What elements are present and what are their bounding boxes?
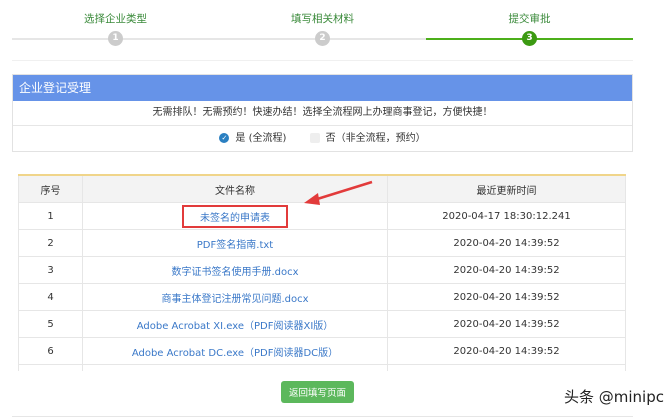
- file-link[interactable]: 未签名的申请表: [200, 213, 270, 224]
- table-row: 6 Adobe Acrobat DC.exe（PDF阅读器DC版） 2020-04-…: [18, 337, 626, 365]
- row-number: 5: [18, 310, 83, 338]
- step-number: 1: [108, 31, 123, 46]
- row-number: 2: [18, 229, 83, 257]
- table-row-partial: [18, 364, 626, 371]
- table-row: 4 商事主体登记注册常见问题.docx 2020-04-20 14:39:52: [18, 283, 626, 311]
- highlight-box: 未签名的申请表: [182, 204, 288, 228]
- file-link[interactable]: 商事主体登记注册常见问题.docx: [161, 294, 308, 305]
- radio-unchecked-icon[interactable]: [309, 133, 320, 143]
- step-label: 选择企业类型: [84, 13, 147, 25]
- divider: [12, 416, 633, 417]
- row-number: 3: [18, 256, 83, 284]
- divider: [12, 60, 633, 61]
- row-time: 2020-04-20 14:39:52: [387, 310, 626, 338]
- table-row: 2 PDF签名指南.txt 2020-04-20 14:39:52: [18, 229, 626, 257]
- panel-title: 企业登记受理: [13, 75, 632, 101]
- process-options: ✓ 是 (全流程) 否（非全流程，预约）: [13, 126, 632, 151]
- file-link[interactable]: Adobe Acrobat XI.exe（PDF阅读器XI版）: [137, 321, 334, 332]
- file-link[interactable]: 数字证书签名使用手册.docx: [171, 267, 298, 278]
- step-number: 2: [315, 31, 330, 46]
- row-time: 2020-04-20 14:39:52: [387, 256, 626, 284]
- watermark: 头条 @minipc: [564, 388, 664, 406]
- file-link[interactable]: Adobe Acrobat DC.exe（PDF阅读器DC版）: [132, 348, 338, 359]
- registration-panel: 企业登记受理 无需排队！无需预约！快速办结！选择全流程网上办理商事登记，方便快捷…: [12, 74, 633, 152]
- step-1: 选择企业类型 1: [12, 0, 219, 60]
- table-row: 5 Adobe Acrobat XI.exe（PDF阅读器XI版） 2020-04-…: [18, 310, 626, 338]
- step-3: 提交审批 3: [426, 0, 633, 60]
- progress-steps: 选择企业类型 1 填写相关材料 2 提交审批 3: [12, 0, 633, 60]
- back-to-form-button[interactable]: 返回填写页面: [281, 381, 354, 403]
- step-label: 填写相关材料: [291, 13, 354, 25]
- col-number: 序号: [18, 174, 83, 203]
- red-arrow-icon: [304, 180, 373, 205]
- col-updated-time: 最近更新时间: [387, 174, 626, 203]
- radio-checked-icon[interactable]: ✓: [219, 133, 230, 143]
- row-time: 2020-04-20 14:39:52: [387, 337, 626, 365]
- row-number: 4: [18, 283, 83, 311]
- step-number: 3: [522, 31, 537, 46]
- table-row: 3 数字证书签名使用手册.docx 2020-04-20 14:39:52: [18, 256, 626, 284]
- row-number: 1: [18, 202, 83, 230]
- row-time: 2020-04-20 14:39:52: [387, 283, 626, 311]
- row-number: 6: [18, 337, 83, 365]
- panel-message: 无需排队！无需预约！快速办结！选择全流程网上办理商事登记，方便快捷！: [13, 101, 632, 126]
- row-time: 2020-04-20 14:39:52: [387, 229, 626, 257]
- file-link[interactable]: PDF签名指南.txt: [197, 240, 273, 251]
- step-label: 提交审批: [508, 13, 551, 25]
- option-yes-label[interactable]: 是 (全流程): [235, 133, 286, 144]
- step-2: 填写相关材料 2: [219, 0, 426, 60]
- option-no-label[interactable]: 否（非全流程，预约）: [326, 133, 426, 144]
- row-time: 2020-04-17 18:30:12.241: [387, 202, 626, 230]
